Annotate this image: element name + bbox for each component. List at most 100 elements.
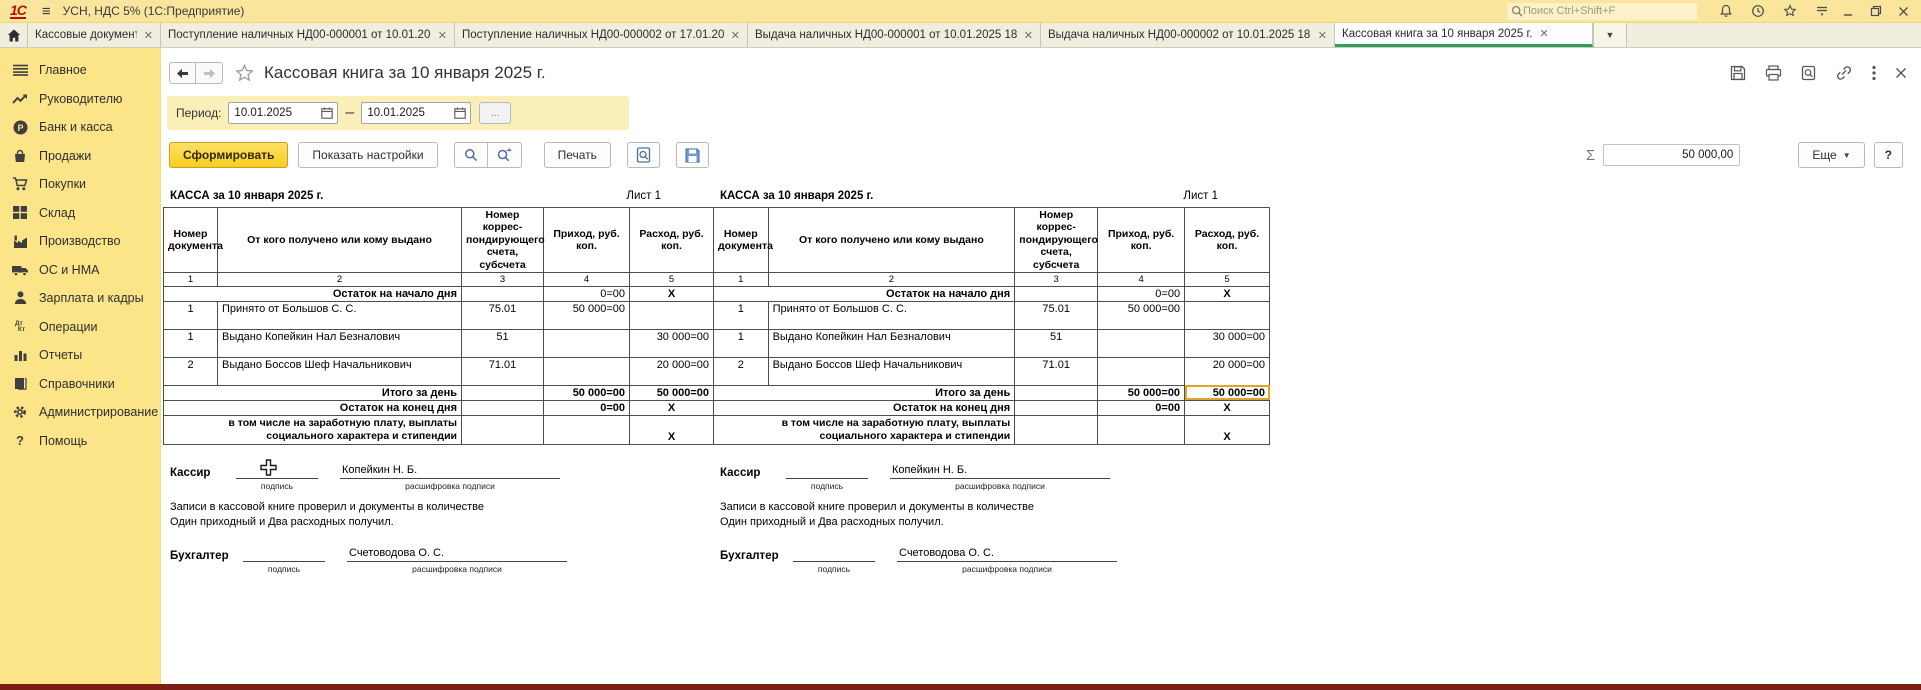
minimize-icon[interactable]: [1843, 6, 1854, 17]
cell-expense[interactable]: 30 000=00: [1185, 329, 1270, 357]
cell-income[interactable]: [544, 357, 630, 385]
get-link-icon[interactable]: [1835, 65, 1853, 81]
help-button[interactable]: ?: [1874, 142, 1903, 168]
print-button[interactable]: Печать: [544, 142, 611, 168]
sheet-caption[interactable]: КАССА за 10 января 2025 г.: [720, 190, 873, 202]
cell-account[interactable]: 75.01: [462, 301, 544, 329]
sidebar-item-proizvodstvo[interactable]: Производство: [0, 227, 160, 256]
cell-account[interactable]: 51: [462, 329, 544, 357]
cell-account[interactable]: 71.01: [1015, 357, 1098, 385]
cell-closing-out[interactable]: X: [630, 400, 714, 415]
cell-expense[interactable]: [1185, 301, 1270, 329]
print-icon[interactable]: [1765, 65, 1782, 81]
cell-doc-number[interactable]: 1: [164, 329, 218, 357]
close-window-icon[interactable]: [1898, 6, 1909, 17]
close-report-icon[interactable]: [1895, 67, 1907, 79]
nav-forward-button[interactable]: [196, 62, 223, 84]
cell-payee[interactable]: Выдано Боссов Шеф Начальникович: [768, 357, 1015, 385]
cell-total-out[interactable]: 50 000=00: [1185, 385, 1270, 400]
cell-payee[interactable]: Выдано Копейкин Нал Безналович: [218, 329, 462, 357]
period-to-field[interactable]: [361, 102, 471, 124]
calendar-icon[interactable]: [321, 107, 333, 119]
period-to-input[interactable]: [362, 107, 440, 119]
cell-expense[interactable]: [630, 301, 714, 329]
find-button[interactable]: [454, 142, 488, 168]
col-number[interactable]: 1: [164, 272, 218, 286]
cell-income[interactable]: [544, 329, 630, 357]
tab-kassovye-dokumenty[interactable]: Кассовые документы ✕: [28, 23, 161, 47]
col-header-income[interactable]: Приход, руб. коп.: [1098, 208, 1185, 273]
cell-doc-number[interactable]: 1: [714, 329, 769, 357]
row-including-label[interactable]: в том числе на заработную плату, выплаты…: [714, 415, 1015, 444]
cell-opening-out[interactable]: X: [1185, 286, 1270, 301]
tab-vydacha-1[interactable]: Выдача наличных НД00-000001 от 10.01.202…: [748, 23, 1041, 47]
sidebar-item-otchety[interactable]: Отчеты: [0, 341, 160, 370]
cell-doc-number[interactable]: 2: [714, 357, 769, 385]
sheet-page-label[interactable]: Лист 1: [1183, 190, 1218, 202]
cell-account[interactable]: 75.01: [1015, 301, 1098, 329]
period-from-field[interactable]: [228, 102, 338, 124]
row-total-label[interactable]: Итого за день: [164, 385, 462, 400]
col-number[interactable]: 5: [630, 272, 714, 286]
notifications-bell-icon[interactable]: [1719, 4, 1733, 18]
calendar-icon[interactable]: [454, 107, 466, 119]
sidebar-item-sklad[interactable]: Склад: [0, 199, 160, 228]
favorites-star-icon[interactable]: [1783, 4, 1797, 18]
tab-kassovaya-kniga-active[interactable]: Кассовая книга за 10 января 2025 г. ✕: [1335, 23, 1593, 47]
nav-back-button[interactable]: [169, 62, 196, 84]
save-report-button[interactable]: [676, 142, 709, 168]
cell-income[interactable]: [1098, 329, 1185, 357]
cell-empty[interactable]: [1015, 286, 1098, 301]
cell-expense[interactable]: 30 000=00: [630, 329, 714, 357]
service-menu-icon[interactable]: [1815, 4, 1829, 18]
home-tab[interactable]: [0, 23, 28, 47]
cell-empty[interactable]: [462, 385, 544, 400]
sidebar-item-pomosch[interactable]: ? Помощь: [0, 427, 160, 456]
row-closing-balance-label[interactable]: Остаток на конец дня: [714, 400, 1015, 415]
more-button[interactable]: Еще▼: [1798, 142, 1864, 168]
col-number[interactable]: 4: [1098, 272, 1185, 286]
cell-expense[interactable]: 20 000=00: [630, 357, 714, 385]
sidebar-item-rukovoditelyu[interactable]: Руководителю: [0, 85, 160, 114]
col-number[interactable]: 3: [462, 272, 544, 286]
col-number[interactable]: 2: [768, 272, 1015, 286]
row-opening-balance-label[interactable]: Остаток на начало дня: [714, 286, 1015, 301]
row-opening-balance-label[interactable]: Остаток на начало дня: [164, 286, 462, 301]
autosum-field[interactable]: [1603, 144, 1740, 166]
tab-close-icon[interactable]: ✕: [144, 29, 153, 42]
cell-doc-number[interactable]: 1: [164, 301, 218, 329]
find-next-button[interactable]: [488, 142, 522, 168]
col-number[interactable]: 3: [1015, 272, 1098, 286]
cell-empty[interactable]: [462, 400, 544, 415]
cell-account[interactable]: 51: [1015, 329, 1098, 357]
sidebar-item-bank-i-kassa[interactable]: Р Банк и касса: [0, 113, 160, 142]
cell-expense[interactable]: 20 000=00: [1185, 357, 1270, 385]
cell-payee[interactable]: Принято от Большов С. С.: [768, 301, 1015, 329]
col-header-expense[interactable]: Расход, руб. коп.: [1185, 208, 1270, 273]
cell-closing-out[interactable]: X: [1185, 400, 1270, 415]
tab-postuplenie-1[interactable]: Поступление наличных НД00-000001 от 10.0…: [161, 23, 455, 47]
sheet-page-label[interactable]: Лист 1: [626, 190, 661, 202]
tabs-dropdown-button[interactable]: ▼: [1593, 23, 1627, 47]
cell-total-in[interactable]: 50 000=00: [1098, 385, 1185, 400]
save-icon[interactable]: [1730, 65, 1746, 81]
cell-opening-in[interactable]: 0=00: [544, 286, 630, 301]
row-total-label[interactable]: Итого за день: [714, 385, 1015, 400]
cell-payee[interactable]: Выдано Копейкин Нал Безналович: [768, 329, 1015, 357]
print-preview-icon[interactable]: [1801, 65, 1816, 81]
global-search[interactable]: [1507, 3, 1697, 20]
cell-empty[interactable]: [1015, 400, 1098, 415]
row-closing-balance-label[interactable]: Остаток на конец дня: [164, 400, 462, 415]
cell-empty[interactable]: [1015, 415, 1098, 444]
cell-empty[interactable]: [544, 415, 630, 444]
generate-button[interactable]: Сформировать: [169, 142, 288, 168]
cell-including-out[interactable]: X: [630, 415, 714, 444]
period-more-button[interactable]: ...: [479, 102, 511, 124]
more-dots-icon[interactable]: [1872, 65, 1876, 81]
cell-empty[interactable]: [462, 286, 544, 301]
sheet-caption[interactable]: КАССА за 10 января 2025 г.: [170, 190, 323, 202]
cell-empty[interactable]: [1098, 415, 1185, 444]
cell-account[interactable]: 71.01: [462, 357, 544, 385]
cell-opening-in[interactable]: 0=00: [1098, 286, 1185, 301]
cell-including-out[interactable]: X: [1185, 415, 1270, 444]
